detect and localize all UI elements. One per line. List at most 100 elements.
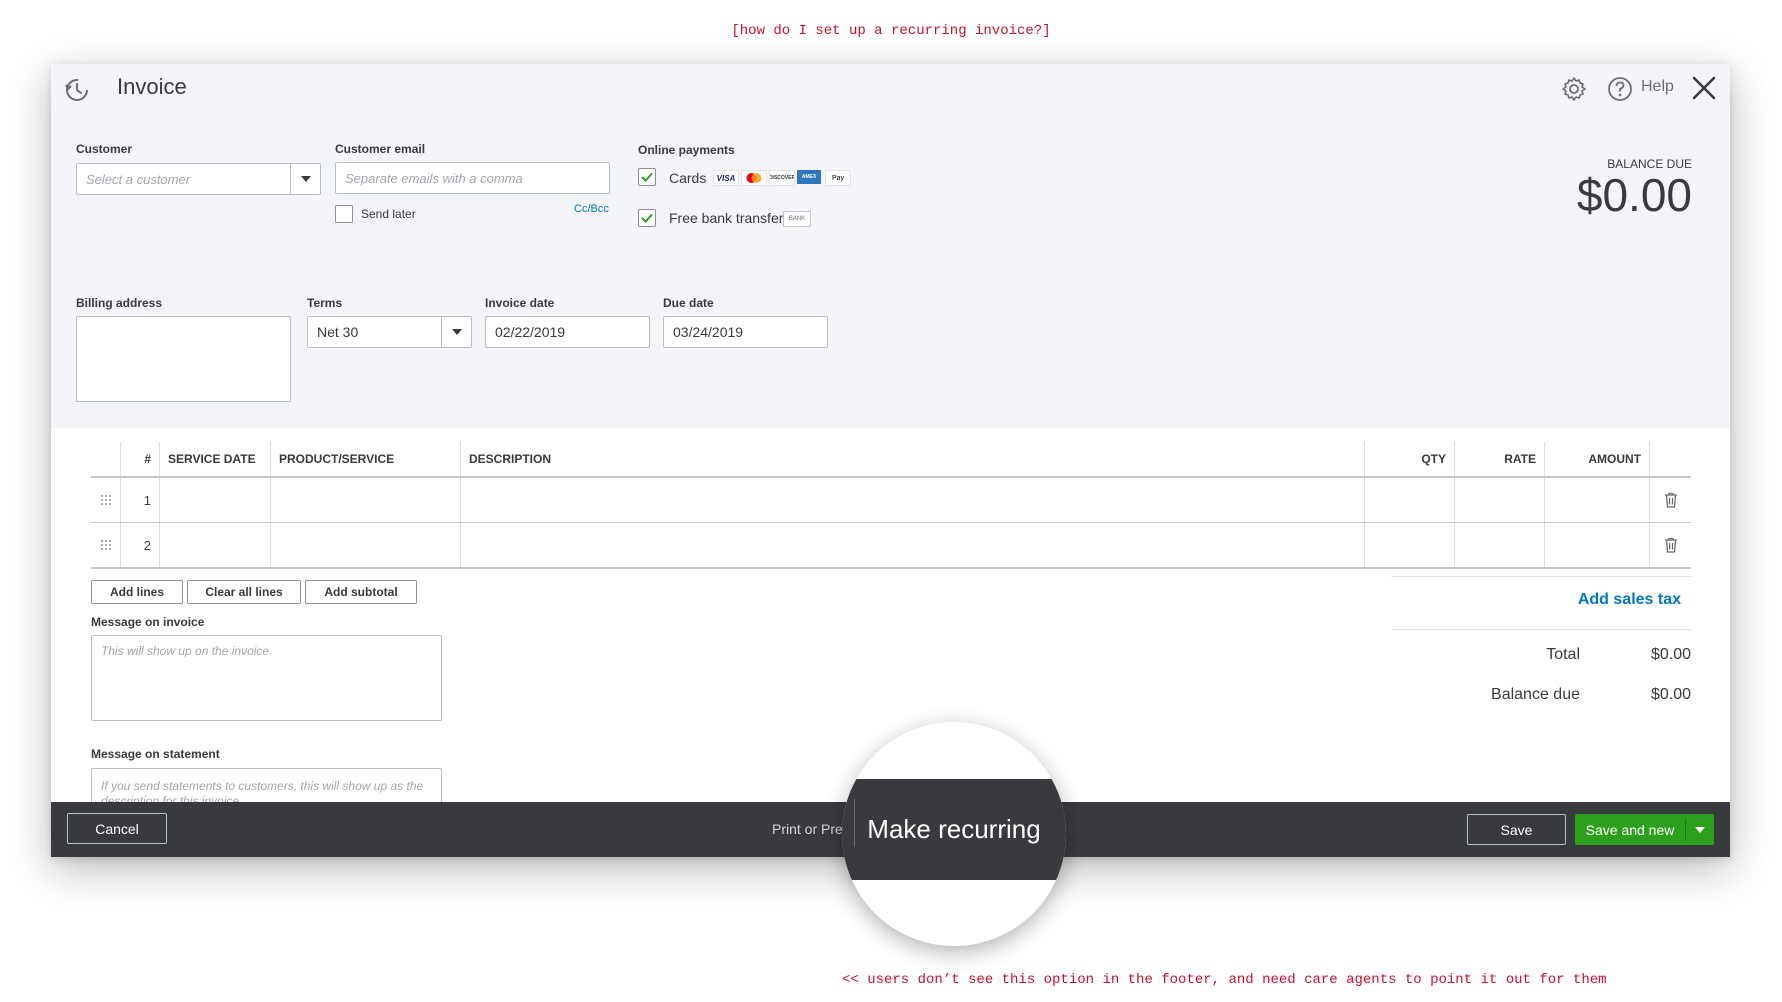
bank-badge: BANK [783, 211, 811, 227]
discover-logo: DISCOVER [769, 170, 795, 186]
invoice-window: Invoice Help Customer Select a customer … [51, 64, 1730, 857]
help-icon[interactable] [1607, 76, 1633, 102]
apple-pay-logo: Pay [825, 170, 851, 186]
table-header-row: # SERVICE DATE PRODUCT/SERVICE DESCRIPTI… [91, 442, 1691, 478]
make-recurring-button[interactable]: Make recurring [867, 814, 1040, 845]
qty-cell[interactable] [1364, 523, 1454, 567]
qty-cell[interactable] [1364, 478, 1454, 522]
billing-address-input[interactable] [76, 316, 291, 402]
amex-logo: AMEX [797, 170, 821, 184]
bank-transfer-checkbox[interactable] [638, 209, 656, 227]
delete-column-header [1649, 442, 1691, 476]
cancel-button[interactable]: Cancel [67, 813, 167, 844]
print-or-preview-button[interactable]: Print or Pre [772, 821, 843, 837]
col-service-date: SERVICE DATE [159, 442, 270, 476]
totals-divider-bottom [1391, 629, 1691, 630]
amount-cell[interactable] [1544, 478, 1649, 522]
footer-separator [854, 799, 855, 847]
invoice-header-area [51, 64, 1730, 428]
customer-email-label: Customer email [335, 142, 426, 156]
cc-bcc-link[interactable]: Cc/Bcc [574, 203, 609, 215]
help-label[interactable]: Help [1641, 78, 1674, 96]
drag-column-header [91, 442, 120, 476]
terms-select[interactable]: Net 30 [307, 316, 472, 348]
product-service-cell[interactable] [270, 523, 460, 567]
table-row[interactable]: 1 [91, 478, 1691, 523]
add-lines-button[interactable]: Add lines [91, 580, 183, 604]
clear-all-lines-button[interactable]: Clear all lines [187, 580, 301, 604]
invoice-date-value: 02/22/2019 [495, 324, 566, 340]
customer-email-input[interactable]: Separate emails with a comma [335, 162, 610, 194]
row-number: 1 [120, 478, 159, 522]
message-statement-label: Message on statement [91, 747, 220, 761]
customer-placeholder: Select a customer [86, 171, 191, 187]
annotation-question: [how do I set up a recurring invoice?] [731, 23, 1051, 39]
cards-label: Cards [669, 170, 707, 186]
rate-cell[interactable] [1454, 523, 1544, 567]
balance-due-amount: $0.00 [1576, 169, 1692, 221]
due-date-label: Due date [663, 296, 714, 310]
trash-icon[interactable] [1649, 478, 1691, 522]
gear-icon[interactable] [1561, 76, 1587, 102]
col-description: DESCRIPTION [460, 442, 1364, 476]
online-payments-label: Online payments [638, 143, 735, 157]
page-title: Invoice [117, 74, 187, 99]
drag-handle-icon[interactable] [91, 523, 120, 567]
balance-due-total-label: Balance due [1491, 686, 1580, 703]
terms-label: Terms [307, 296, 343, 310]
invoice-date-input[interactable]: 02/22/2019 [485, 316, 650, 348]
service-date-cell[interactable] [159, 478, 270, 522]
send-later-checkbox[interactable] [335, 205, 353, 223]
save-and-new-split-button: Save and new [1575, 814, 1714, 845]
col-product-service: PRODUCT/SERVICE [270, 442, 460, 476]
billing-address-label: Billing address [76, 296, 163, 310]
add-subtotal-button[interactable]: Add subtotal [305, 580, 417, 604]
magnified-footer: Make recurring [842, 779, 1066, 880]
amount-cell[interactable] [1544, 523, 1649, 567]
rate-cell[interactable] [1454, 478, 1544, 522]
customer-email-placeholder: Separate emails with a comma [345, 170, 523, 186]
description-cell[interactable] [460, 523, 1364, 567]
cards-checkbox[interactable] [638, 168, 656, 186]
col-num: # [120, 442, 159, 476]
total-value: $0.00 [1650, 646, 1691, 663]
make-recurring-magnifier: Make recurring [842, 722, 1066, 946]
chevron-down-icon[interactable] [441, 317, 471, 347]
terms-value: Net 30 [317, 324, 359, 340]
row-number: 2 [120, 523, 159, 567]
product-service-cell[interactable] [270, 478, 460, 522]
chevron-down-icon[interactable] [1686, 814, 1714, 845]
col-rate: RATE [1454, 442, 1544, 476]
annotation-comment: << users don’t see this option in the fo… [842, 972, 1607, 988]
add-sales-tax-link[interactable]: Add sales tax [1391, 591, 1681, 609]
totals-divider-top [1391, 576, 1691, 577]
col-qty: QTY [1364, 442, 1454, 476]
customer-label: Customer [76, 142, 133, 156]
mastercard-logo [741, 170, 767, 186]
total-label: Total [1546, 646, 1580, 663]
due-date-value: 03/24/2019 [673, 324, 744, 340]
recent-transactions-icon[interactable] [63, 76, 91, 104]
col-amount: AMOUNT [1544, 442, 1649, 476]
invoice-date-label: Invoice date [485, 296, 555, 310]
customer-select[interactable]: Select a customer [76, 163, 321, 195]
send-later-label: Send later [361, 207, 416, 221]
message-invoice-input[interactable]: This will show up on the invoice. [91, 635, 442, 721]
checkmark-icon [641, 213, 653, 223]
service-date-cell[interactable] [159, 523, 270, 567]
checkmark-icon [641, 172, 653, 182]
due-date-input[interactable]: 03/24/2019 [663, 316, 828, 348]
message-invoice-label: Message on invoice [91, 615, 205, 629]
table-row[interactable]: 2 [91, 523, 1691, 569]
message-invoice-placeholder: This will show up on the invoice. [101, 644, 273, 658]
chevron-down-icon[interactable] [290, 164, 320, 194]
visa-logo: VISA [713, 170, 739, 186]
save-and-new-button[interactable]: Save and new [1575, 814, 1685, 845]
trash-icon[interactable] [1649, 523, 1691, 567]
description-cell[interactable] [460, 478, 1364, 522]
balance-due-total-value: $0.00 [1650, 686, 1691, 703]
close-icon[interactable] [1690, 74, 1718, 102]
bank-transfer-label: Free bank transfer [669, 210, 784, 226]
drag-handle-icon[interactable] [91, 478, 120, 522]
save-button[interactable]: Save [1467, 814, 1566, 845]
